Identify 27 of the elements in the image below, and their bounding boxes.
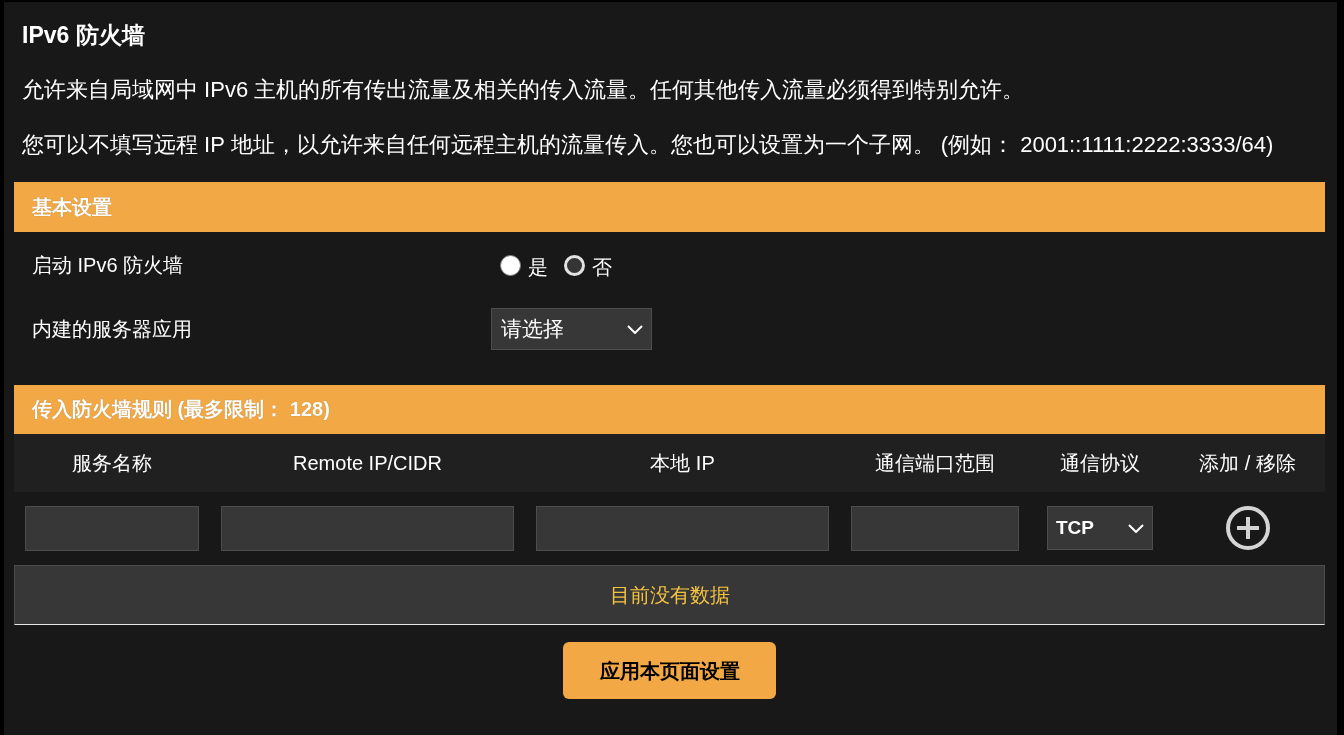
section-header: 传入防火墙规则 (最多限制： 128) <box>14 385 1325 434</box>
input-field[interactable] <box>536 505 829 551</box>
input-field[interactable] <box>851 505 1019 551</box>
chevron-down-icon <box>627 324 643 334</box>
column-header: 添加 / 移除 <box>1199 451 1296 476</box>
column-header: Remote IP/CIDR <box>293 451 442 476</box>
section-header: 基本设置 <box>14 182 1325 232</box>
setting-label: 启动 IPv6 防火墙 <box>31 253 184 278</box>
chevron-down-icon <box>1128 523 1144 533</box>
radio-label: 是 <box>528 255 548 280</box>
radio-label: 否 <box>592 255 612 280</box>
dropdown[interactable]: 请选择 <box>491 308 652 350</box>
input-field[interactable] <box>25 505 199 551</box>
description-text: 允许来自局域网中 IPv6 主机的所有传出流量及相关的传入流量。任何其他传入流量必须得到特别允许。 <box>22 76 1026 104</box>
page-title: IPv6 防火墙 <box>22 21 146 50</box>
column-header: 通信协议 <box>1060 451 1140 476</box>
column-header: 本地 IP <box>650 451 715 476</box>
apply-button[interactable]: 应用本页面设置 <box>563 642 776 699</box>
protocol-dropdown[interactable]: TCP <box>1047 506 1153 550</box>
description-text: 您可以不填写远程 IP 地址，以允许来自任何远程主机的流量传入。您也可以设置为一个子网。 (例如： 2001::1111:2222:3333/64) <box>22 131 1275 159</box>
radio-button[interactable] <box>500 254 521 276</box>
column-header: 服务名称 <box>72 451 152 476</box>
column-header: 通信端口范围 <box>875 451 995 476</box>
no-data-message: 目前没有数据 <box>14 565 1325 625</box>
add-icon[interactable] <box>1225 506 1270 550</box>
setting-label: 内建的服务器应用 <box>31 317 192 342</box>
input-field[interactable] <box>221 505 514 551</box>
